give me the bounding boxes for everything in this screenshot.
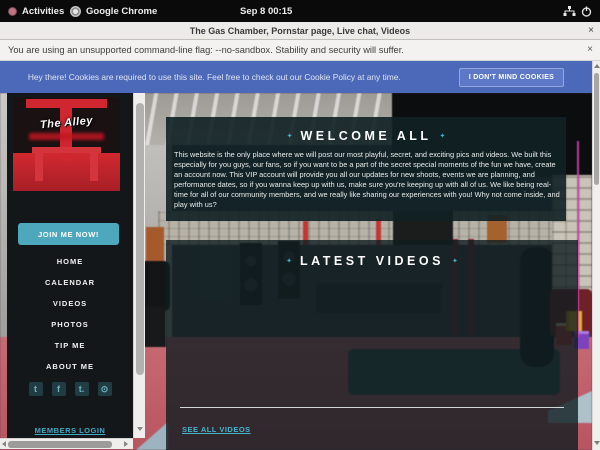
clock-label: Sep 8 00:15 [240,6,292,17]
social-links: t f t. ⊙ [7,382,133,397]
facebook-icon[interactable]: f [52,382,66,396]
scrollbar-thumb[interactable] [8,441,112,448]
page-vertical-scrollbar[interactable] [592,61,600,450]
diamond-icon: ✦ [287,132,293,140]
scroll-left-arrow-icon[interactable] [2,441,6,447]
cookie-accept-button[interactable]: I DON'T MIND COOKIES [459,68,564,87]
diamond-icon: ✦ [286,257,292,265]
sidebar-vertical-scrollbar[interactable] [133,93,145,438]
site-logo[interactable]: The Alley [13,97,120,191]
scrollbar-thumb[interactable] [594,73,599,185]
system-tray [563,0,592,22]
latest-videos-title: LATEST VIDEOS [300,254,444,268]
scroll-right-arrow-icon[interactable] [124,441,128,447]
sidebar-item-videos[interactable]: VIDEOS [7,293,133,314]
sidebar-item-home[interactable]: HOME [7,251,133,272]
logo-frame-shape [90,149,98,181]
app-menu-label: Google Chrome [86,6,157,17]
chrome-infobar: You are using an unsupported command-lin… [0,40,600,61]
members-login-link[interactable]: MEMBERS LOGIN [7,426,133,435]
activities-button[interactable]: Activities [8,0,64,22]
scrollbar-thumb[interactable] [136,103,144,375]
twitter-icon[interactable]: t [29,382,43,396]
system-top-bar: Activities Google Chrome Sep 8 00:15 [0,0,600,22]
activities-indicator-icon [8,7,17,16]
welcome-body-text: This website is the only place where we … [174,150,560,210]
see-all-videos-link[interactable]: SEE ALL VIDEOS [182,425,251,434]
app-menu-button[interactable]: Google Chrome [70,0,157,22]
welcome-heading: ✦ WELCOME ALL ✦ [166,129,566,143]
sidebar-nav: HOME CALENDAR VIDEOS PHOTOS TIP ME ABOUT… [7,251,133,377]
latest-videos-heading: ✦ LATEST VIDEOS ✦ [166,254,578,268]
section-divider [180,407,564,408]
welcome-section: ✦ WELCOME ALL ✦ This website is the only… [166,117,566,221]
sidebar-item-calendar[interactable]: CALENDAR [7,272,133,293]
diamond-icon: ✦ [452,257,458,265]
scroll-down-arrow-icon[interactable] [137,427,143,431]
scroll-up-arrow-icon[interactable] [594,64,600,68]
logo-frame-shape [35,149,43,181]
welcome-title: WELCOME ALL [300,129,431,143]
sidebar-item-tip-me[interactable]: TIP ME [7,335,133,356]
activities-label: Activities [22,6,64,17]
sidebar-item-about-me[interactable]: ABOUT ME [7,356,133,377]
logo-subtext-shape [29,133,104,140]
tumblr-icon[interactable]: t. [75,382,89,396]
diamond-icon: ✦ [440,132,446,140]
sidebar: The Alley JOIN ME NOW! HOME CALENDAR VID… [7,93,133,438]
latest-videos-section: ✦ LATEST VIDEOS ✦ SEE ALL VIDEOS [166,240,578,450]
infobar-close-icon[interactable]: × [587,40,593,61]
window-close-icon[interactable]: × [588,22,594,40]
instagram-icon[interactable]: ⊙ [98,382,112,396]
screen: Activities Google Chrome Sep 8 00:15 The… [0,0,600,450]
join-me-now-button[interactable]: JOIN ME NOW! [18,223,119,245]
window-title-bar: The Gas Chamber, Pornstar page, Live cha… [0,22,600,40]
sidebar-horizontal-scrollbar[interactable] [0,438,133,449]
photo-shape [142,307,166,347]
network-icon[interactable] [563,6,576,17]
cookie-message: Hey there! Cookies are required to use t… [28,72,401,82]
window-title: The Gas Chamber, Pornstar page, Live cha… [0,22,600,40]
sidebar-item-photos[interactable]: PHOTOS [7,314,133,335]
clock-button[interactable]: Sep 8 00:15 [240,0,292,22]
chrome-app-icon [70,6,81,17]
page-viewport: Hey there! Cookies are required to use t… [0,61,600,450]
scroll-down-arrow-icon[interactable] [594,441,600,445]
cookie-banner: Hey there! Cookies are required to use t… [0,61,592,93]
power-icon[interactable] [581,6,592,17]
infobar-message: You are using an unsupported command-lin… [8,40,404,61]
